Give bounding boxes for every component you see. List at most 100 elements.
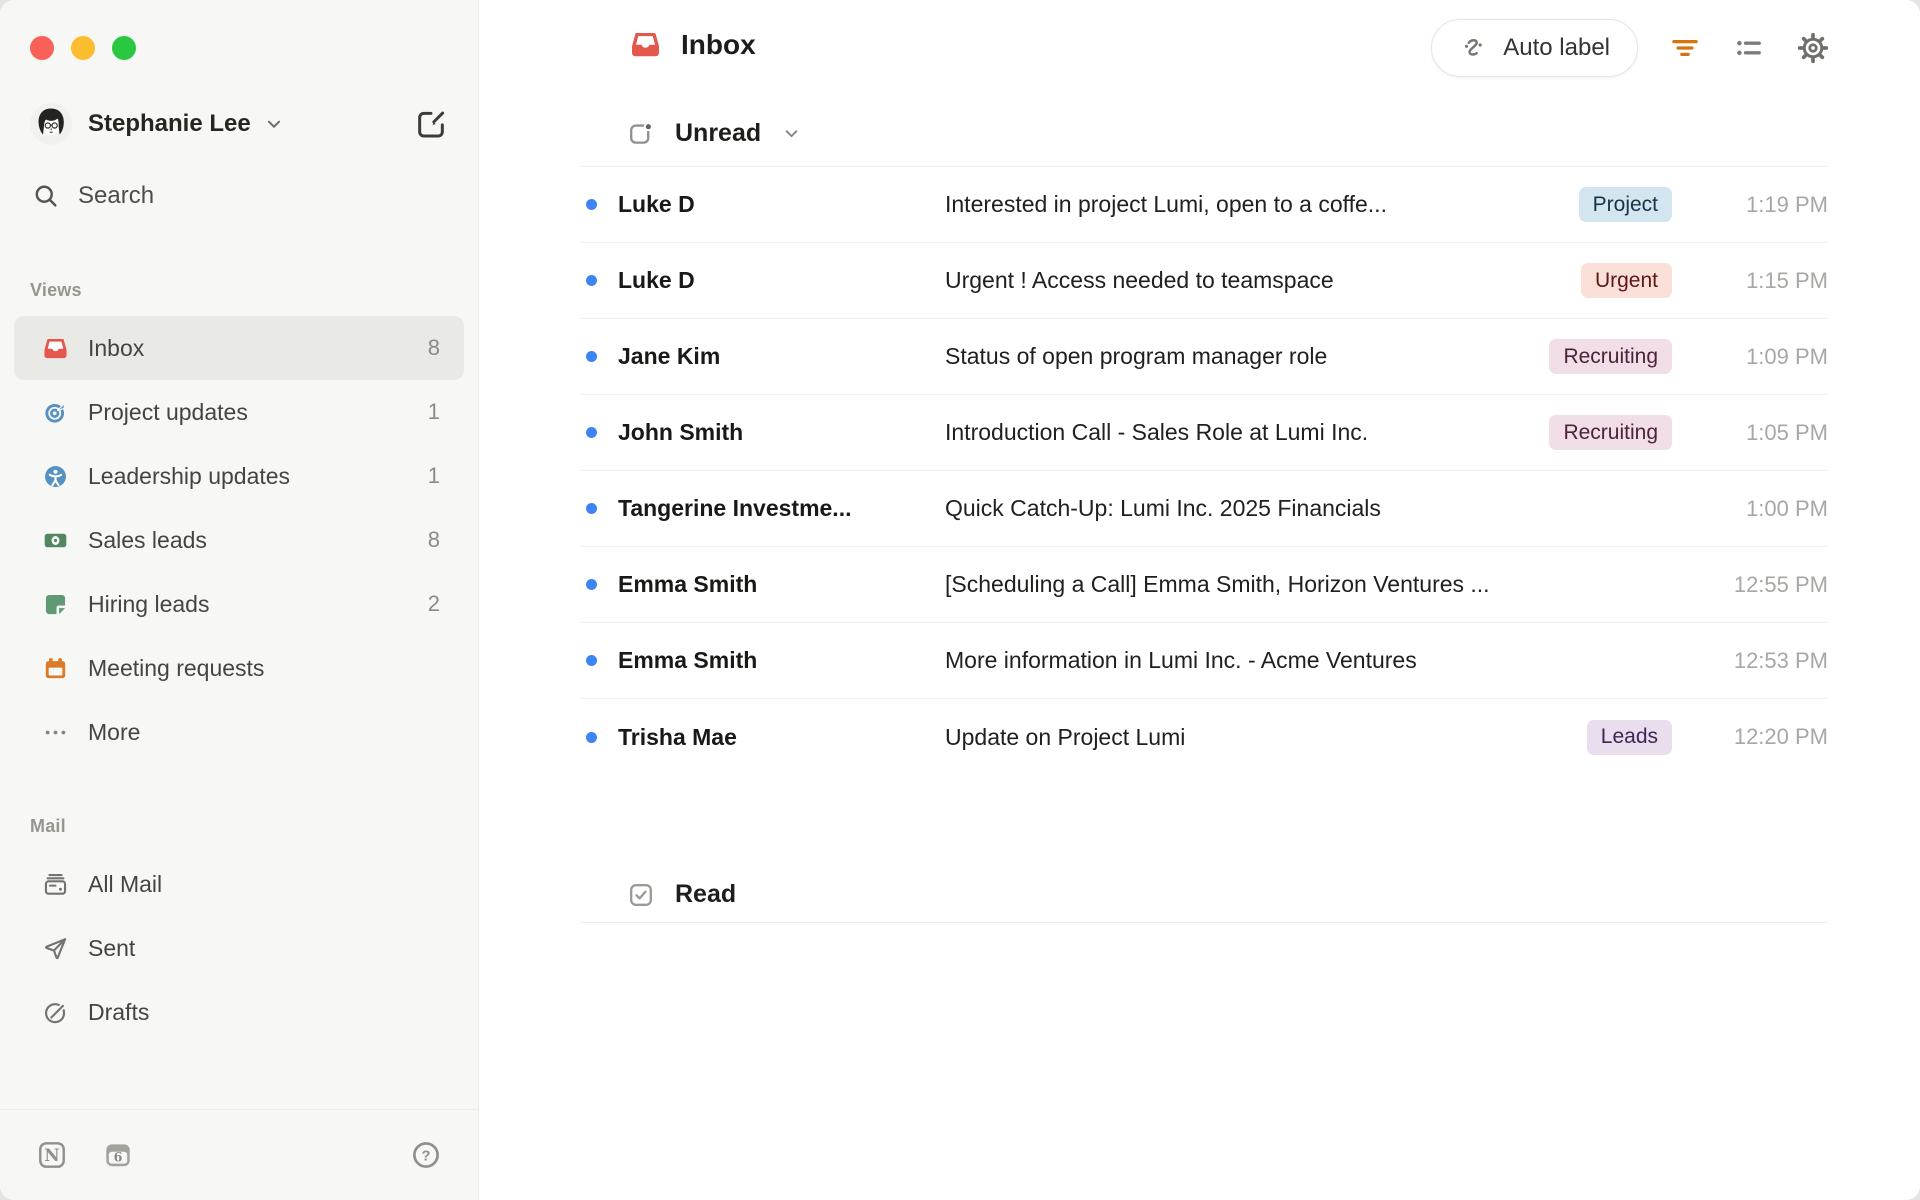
email-tag: Recruiting [1549,339,1672,374]
email-row-7[interactable]: Trisha Mae Update on Project Lumi Leads … [580,699,1828,775]
unread-dot [586,503,597,514]
email-tag: Urgent [1580,263,1672,298]
list-view-button[interactable] [1732,31,1766,65]
filter-button[interactable] [1668,31,1702,65]
svg-text:6: 6 [114,1150,123,1165]
sidebar-item-label: Sent [88,934,136,961]
all-mail-icon [42,871,69,898]
email-tag: Recruiting [1549,415,1672,450]
main-header: Inbox Auto label [479,0,1920,96]
sidebar-item-sales-leads[interactable]: Sales leads 8 [14,508,464,572]
email-time: 1:09 PM [1746,343,1828,369]
email-row-3[interactable]: John Smith Introduction Call - Sales Rol… [580,395,1828,471]
sidebar-item-count: 8 [427,527,440,552]
email-time: 1:15 PM [1746,267,1828,293]
email-subject: Introduction Call - Sales Role at Lumi I… [945,419,1369,445]
sidebar-item-meeting-requests[interactable]: Meeting requests [14,636,464,700]
sidebar-item-all-mail[interactable]: All Mail [14,852,464,916]
calendar-app-icon[interactable]: 6 [102,1139,134,1171]
search-button[interactable]: Search [32,182,154,210]
page-title: Inbox [629,28,756,61]
sidebar-item-more[interactable]: More [14,700,464,764]
unread-dot [586,199,597,210]
settings-button[interactable] [1796,31,1830,65]
chevron-down-icon [785,130,798,138]
sidebar-item-label: All Mail [88,870,163,897]
email-sender: Jane Kim [618,343,721,369]
compose-button[interactable] [412,105,450,143]
unread-section-header[interactable]: Unread [627,119,802,148]
list-icon [1737,40,1761,56]
avatar [30,103,72,145]
sidebar: Stephanie Lee Search Views Inbox 8 Proje… [0,0,479,1200]
email-time: 12:20 PM [1733,724,1828,749]
sidebar-item-label: Inbox [88,334,145,361]
search-icon [35,185,57,207]
email-subject: Urgent ! Access needed to teamspace [945,267,1334,293]
read-section-header[interactable]: Read [627,880,736,909]
sidebar-item-count: 2 [427,591,440,616]
filter-icon [1672,40,1698,56]
svg-text:?: ? [422,1148,431,1164]
email-row-5[interactable]: Emma Smith [Scheduling a Call] Emma Smit… [580,547,1828,623]
mail-section-label: Mail [30,816,66,836]
email-subject: Update on Project Lumi [945,723,1186,750]
sidebar-item-hiring-leads[interactable]: Hiring leads 2 [14,572,464,636]
sidebar-item-drafts[interactable]: Drafts [14,980,464,1044]
unread-label: Unread [675,119,762,147]
sidebar-item-leadership-updates[interactable]: Leadership updates 1 [14,444,464,508]
sidebar-item-count: 8 [427,335,440,360]
email-time: 12:53 PM [1733,647,1828,673]
email-time: 1:00 PM [1746,495,1828,521]
svg-text:N: N [44,1145,59,1165]
views-nav: Inbox 8 Project updates 1 Leadership upd… [14,316,464,764]
mail-app-window: Stephanie Lee Search Views Inbox 8 Proje… [0,0,1920,1200]
window-controls [30,36,136,60]
sidebar-item-inbox[interactable]: Inbox 8 [14,316,464,380]
search-label: Search [78,182,155,209]
email-row-4[interactable]: Tangerine Investme... Quick Catch-Up: Lu… [580,471,1828,547]
sidebar-item-label: Meeting requests [88,654,265,681]
sidebar-item-sent[interactable]: Sent [14,916,464,980]
inbox-icon [42,335,69,362]
unread-icon [630,121,653,144]
profile-name: Stephanie Lee [88,110,251,137]
email-time: 12:55 PM [1733,571,1828,597]
email-row-6[interactable]: Emma Smith More information in Lumi Inc.… [580,623,1828,699]
minimize-window-button[interactable] [71,36,95,60]
send-icon [42,935,69,962]
sidebar-item-project-updates[interactable]: Project updates 1 [14,380,464,444]
gear-icon [1797,32,1829,64]
unread-dot [586,351,597,362]
drafts-icon [42,999,69,1026]
views-section-label: Views [30,280,82,300]
email-row-0[interactable]: Luke D Interested in project Lumi, open … [580,167,1828,243]
unread-dot [586,275,597,286]
main-pane: Inbox Auto label Unread Luke D Intereste… [479,0,1920,1200]
email-subject: Quick Catch-Up: Lumi Inc. 2025 Financial… [945,495,1381,521]
read-checkbox-icon [630,883,652,906]
read-label: Read [675,880,737,908]
help-button[interactable]: ? [410,1139,442,1171]
unread-dot [586,731,597,743]
sidebar-item-label: Hiring leads [88,590,210,617]
sidebar-item-label: Sales leads [88,526,207,553]
zoom-window-button[interactable] [112,36,136,60]
auto-label-button[interactable]: Auto label [1431,19,1638,77]
email-row-1[interactable]: Luke D Urgent ! Access needed to teamspa… [580,243,1828,319]
sidebar-item-label: Project updates [88,398,248,425]
email-row-2[interactable]: Jane Kim Status of open program manager … [580,319,1828,395]
email-sender: John Smith [618,419,744,445]
account-switcher[interactable]: Stephanie Lee [30,100,450,148]
unread-dot [586,655,597,666]
sidebar-item-label: Drafts [88,998,150,1025]
mail-nav: All Mail Sent Drafts [14,852,464,1044]
email-time: 1:19 PM [1746,191,1828,217]
email-sender: Emma Smith [618,647,758,673]
close-window-button[interactable] [30,36,54,60]
email-sender: Trisha Mae [618,723,737,750]
chevron-down-icon [263,113,285,135]
notion-app-icon[interactable]: N [36,1139,68,1171]
email-subject: [Scheduling a Call] Emma Smith, Horizon … [945,571,1490,597]
accessibility-icon [42,463,69,490]
